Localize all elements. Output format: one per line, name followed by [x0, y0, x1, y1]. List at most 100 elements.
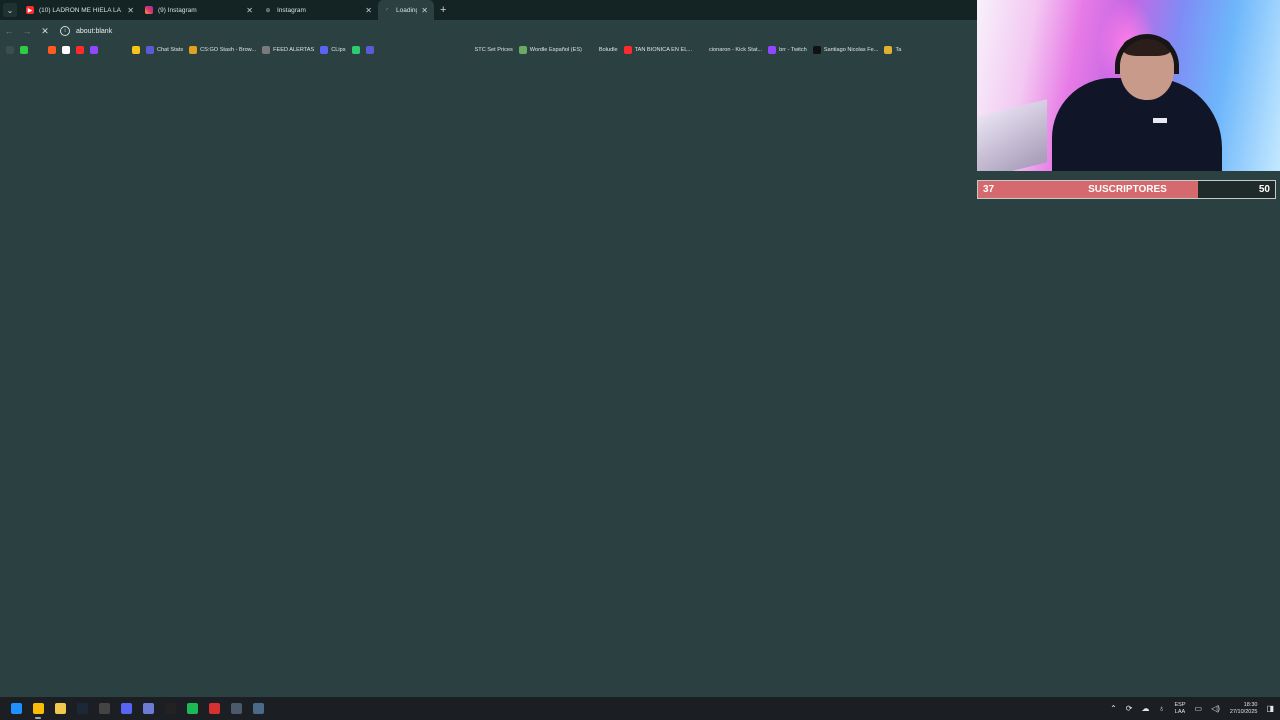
bookmark-item[interactable] [351, 46, 360, 54]
bookmark-item[interactable] [20, 46, 28, 54]
link-icon: ⊕ [265, 7, 271, 14]
clock[interactable]: 18:30 27/10/2025 [1230, 702, 1258, 716]
close-icon[interactable]: ✕ [127, 6, 134, 15]
stc-icon [463, 46, 472, 54]
bookmark-item[interactable] [421, 46, 430, 54]
close-icon[interactable]: ✕ [246, 6, 253, 15]
monitor-icon[interactable]: ▭ [1195, 704, 1203, 713]
close-icon[interactable]: ✕ [365, 6, 372, 15]
twitch-icon [768, 46, 777, 54]
info-icon[interactable]: i [60, 26, 70, 36]
windows-start-icon [10, 703, 22, 714]
diamond-icon [34, 46, 42, 54]
loading-icon: ◜ [385, 7, 389, 14]
bookmark-item[interactable] [90, 46, 98, 54]
taskbar-app[interactable] [137, 697, 159, 720]
taskbar-app[interactable] [27, 697, 49, 720]
bookmark-label: Ta [895, 47, 902, 53]
notifications-icon[interactable]: ◨ [1266, 704, 1274, 713]
microphone-icon[interactable]: ♁ [1159, 704, 1165, 713]
bookmark-label: STC Set Prices [474, 47, 513, 53]
arrow-icon [449, 46, 458, 54]
controller-app-icon [252, 703, 264, 714]
taskbar-app[interactable] [225, 697, 247, 720]
tab-youtube[interactable]: ▶ (10) LADRÓN ME HIELA LA SAN ✕ [21, 0, 140, 20]
back-icon[interactable]: ← [0, 26, 18, 36]
anchor-icon [365, 46, 374, 54]
taskbar-app[interactable] [247, 697, 269, 720]
system-tray: ⌃ ⟳ ☁ ♁ ESP LAA ▭ ◁) 18:30 27/10/2025 ◨ [1101, 697, 1274, 720]
bookmark-item[interactable] [407, 46, 416, 54]
binance-icon [435, 46, 444, 54]
bookmark-item[interactable] [6, 46, 14, 54]
forward-icon[interactable]: → [18, 26, 36, 36]
lang-top: ESP [1174, 702, 1186, 708]
bookmark-label: cionaron - Kick Stat... [709, 47, 763, 53]
onedrive-icon[interactable]: ☁ [1142, 704, 1150, 713]
bookmark-item[interactable]: Ta [884, 46, 901, 54]
bookmark-label: CS:GO Stash - Brow... [200, 47, 257, 53]
bookmark-item[interactable] [449, 46, 458, 54]
anchor-icon [146, 46, 154, 54]
bookmark-item[interactable]: CLips [320, 46, 346, 54]
tab-instagram[interactable]: ⊕ Instagram ✕ [259, 0, 378, 20]
stop-loading-icon[interactable]: ✕ [36, 26, 54, 37]
bookmark-item[interactable] [379, 46, 388, 54]
bookmark-item[interactable]: FEED ALERTAS [262, 46, 314, 54]
bookmark-item[interactable] [76, 46, 84, 54]
obs-icon [98, 703, 110, 714]
sync-icon[interactable]: ⟳ [1126, 704, 1133, 713]
file-explorer-icon [54, 703, 66, 714]
tiktok-icon [812, 46, 821, 54]
bookmark-item[interactable] [365, 46, 374, 54]
bookmark-item[interactable]: Boludle [587, 46, 618, 54]
address-text: about:blank [76, 27, 113, 35]
bookmark-item[interactable]: cionaron - Kick Stat... [698, 46, 762, 54]
taskbar-app[interactable] [71, 697, 93, 720]
bookmark-item[interactable] [435, 46, 444, 54]
wordle-icon [518, 46, 527, 54]
taskbar-app[interactable] [49, 697, 71, 720]
bookmark-item[interactable]: Chat Stats [146, 46, 183, 54]
globe-icon [698, 46, 706, 54]
tab-loading[interactable]: ◜ Loading ✕ [378, 0, 434, 20]
chevron-up-icon[interactable]: ⌃ [1110, 704, 1117, 713]
bookmark-label: Wordle Español (ES) [529, 47, 582, 53]
bookmark-item[interactable]: Santiago Nicolas Fe... [812, 46, 878, 54]
bookmark-item[interactable]: STC Set Prices [463, 46, 513, 54]
bookmark-item[interactable] [132, 46, 140, 54]
media-app-icon [208, 703, 220, 714]
check-icon [407, 46, 416, 54]
bookmark-item[interactable] [118, 46, 126, 54]
new-tab-button[interactable]: + [440, 4, 446, 16]
bookmark-label: brr - Twitch [779, 47, 807, 53]
taskbar-app[interactable] [203, 697, 225, 720]
bookmark-label: Chat Stats [157, 47, 184, 53]
tab-search-button[interactable]: ⌄ [3, 3, 17, 17]
feed-icon [262, 46, 271, 54]
address-bar[interactable]: i about:blank [60, 23, 980, 39]
volume-icon[interactable]: ◁) [1211, 704, 1220, 713]
bookmark-item[interactable] [104, 46, 112, 54]
close-icon[interactable]: ✕ [421, 6, 428, 15]
taskbar-app[interactable] [181, 697, 203, 720]
language-indicator[interactable]: ESP LAA [1175, 702, 1186, 715]
taskbar-app[interactable] [159, 697, 181, 720]
bookmark-item[interactable]: Wordle Español (ES) [518, 46, 582, 54]
bookmark-item[interactable]: brr - Twitch [768, 46, 807, 54]
settings-app-icon [230, 703, 242, 714]
taskbar-app[interactable] [93, 697, 115, 720]
bookmark-item[interactable] [34, 46, 42, 54]
bookmark-item[interactable]: TAN BIONICA EN EL... [623, 46, 692, 54]
taskbar-app[interactable] [115, 697, 137, 720]
taskbar-app[interactable] [5, 697, 27, 720]
bookmark-item[interactable] [48, 46, 56, 54]
bookmark-item[interactable] [393, 46, 402, 54]
bookmark-item[interactable] [62, 46, 70, 54]
browser-toolbar: ← → ✕ i about:blank [0, 20, 980, 42]
bookmark-item[interactable]: CS:GO Stash - Brow... [189, 46, 256, 54]
csgo-icon [189, 46, 198, 54]
tab-instagram-notifications[interactable]: (9) Instagram ✕ [140, 0, 259, 20]
instagram-icon [145, 6, 153, 14]
green-square-icon [351, 46, 360, 54]
